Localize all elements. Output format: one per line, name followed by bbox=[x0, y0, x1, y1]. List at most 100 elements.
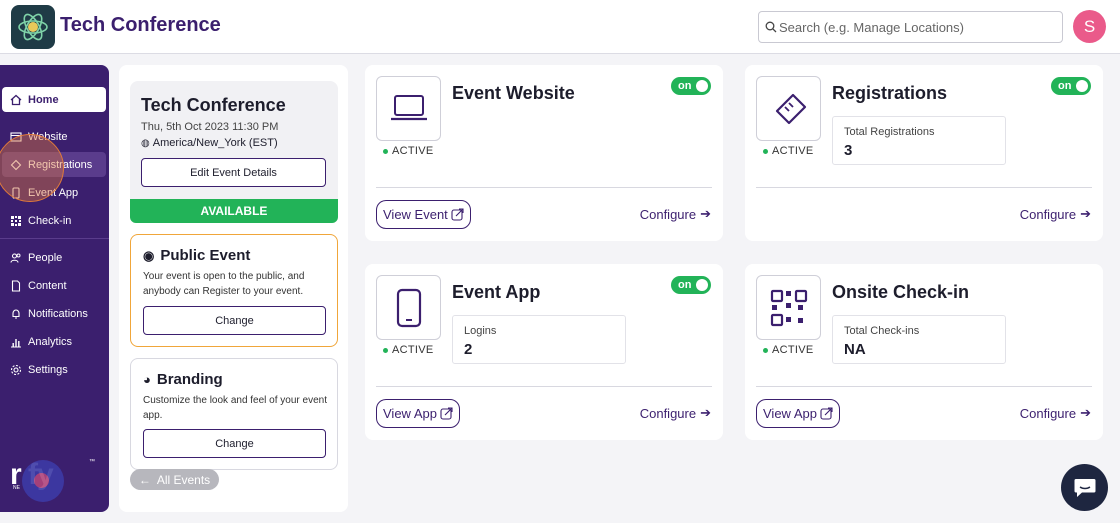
all-events-button[interactable]: ← All Events bbox=[130, 469, 219, 490]
sidebar-item-label: Home bbox=[28, 93, 59, 106]
bell-icon bbox=[10, 308, 22, 320]
sidebar-item-people[interactable]: People bbox=[2, 245, 106, 270]
view-app-button[interactable]: View App bbox=[376, 399, 460, 428]
configure-registrations-link[interactable]: Configure ➔ bbox=[1020, 206, 1091, 222]
stat-label: Total Registrations bbox=[844, 126, 935, 138]
sidebar-item-registrations[interactable]: Registrations bbox=[2, 152, 106, 177]
event-app-toggle[interactable]: on bbox=[671, 276, 711, 294]
ticket-icon bbox=[775, 93, 806, 124]
configure-checkin-link[interactable]: Configure ➔ bbox=[1020, 405, 1091, 421]
status-badge: AVAILABLE bbox=[130, 199, 338, 223]
external-link-icon bbox=[440, 407, 453, 420]
status-indicator: ACTIVE bbox=[383, 145, 434, 157]
palette-icon: ◕ bbox=[143, 372, 151, 387]
qr-icon bbox=[770, 289, 807, 326]
event-website-card: ACTIVE Event Website on View Event Confi… bbox=[365, 65, 723, 241]
event-timezone: ◍ America/New_York (EST) bbox=[141, 137, 278, 149]
sidebar-item-label: Registrations bbox=[28, 158, 93, 171]
branding-card: ◕ Branding Customize the look and feel o… bbox=[130, 358, 338, 470]
sidebar-item-label: Settings bbox=[28, 363, 68, 376]
document-icon bbox=[10, 279, 22, 292]
sidebar: Home Website Registrations Event App Che… bbox=[0, 65, 109, 512]
website-icon bbox=[10, 131, 22, 143]
branding-description: Customize the look and feel of your even… bbox=[143, 395, 327, 421]
sidebar-divider bbox=[0, 238, 109, 239]
checkin-icon-box bbox=[756, 275, 821, 340]
card-divider bbox=[376, 386, 712, 387]
top-header: Tech Conference S bbox=[0, 0, 1120, 54]
card-title: Registrations bbox=[832, 83, 948, 103]
registrations-card: ACTIVE Registrations on Total Registrati… bbox=[745, 65, 1103, 241]
stat-value: 3 bbox=[844, 142, 853, 159]
stat-value: 2 bbox=[464, 341, 473, 358]
search-input[interactable] bbox=[779, 17, 1059, 37]
registrations-toggle[interactable]: on bbox=[1051, 77, 1091, 95]
laptop-icon bbox=[390, 94, 427, 120]
stat-label: Logins bbox=[464, 325, 497, 337]
configure-label: Configure bbox=[639, 206, 697, 222]
user-avatar[interactable]: S bbox=[1073, 10, 1106, 43]
sidebar-item-label: Content bbox=[28, 279, 67, 292]
sidebar-item-label: People bbox=[28, 251, 63, 264]
card-divider bbox=[376, 187, 712, 188]
public-event-card: ◉ Public Event Your event is open to the… bbox=[130, 234, 338, 347]
gear-icon bbox=[10, 364, 22, 376]
stat-label: Total Check-ins bbox=[844, 325, 920, 337]
edit-event-button[interactable]: Edit Event Details bbox=[141, 158, 326, 187]
sidebar-item-settings[interactable]: Settings bbox=[2, 357, 106, 382]
chat-support-button[interactable] bbox=[1061, 464, 1108, 511]
timezone-label: America/New_York (EST) bbox=[152, 137, 278, 149]
public-event-title: ◉ Public Event bbox=[143, 247, 250, 264]
card-title: Event App bbox=[452, 282, 541, 302]
sidebar-item-label: Analytics bbox=[28, 335, 73, 348]
sidebar-item-event-app[interactable]: Event App bbox=[2, 180, 106, 205]
search-icon bbox=[765, 21, 777, 33]
configure-app-link[interactable]: Configure ➔ bbox=[640, 405, 711, 421]
logo-icon bbox=[18, 13, 48, 41]
view-event-button[interactable]: View Event bbox=[376, 200, 471, 229]
chat-icon bbox=[1074, 478, 1095, 497]
change-visibility-button[interactable]: Change bbox=[143, 306, 326, 335]
sidebar-item-notifications[interactable]: Notifications bbox=[2, 301, 106, 326]
website-toggle[interactable]: on bbox=[671, 77, 711, 95]
card-title: Event Website bbox=[452, 83, 575, 103]
home-icon bbox=[10, 94, 22, 106]
view-event-label: View Event bbox=[383, 207, 448, 222]
card-divider bbox=[756, 187, 1092, 188]
card-title-label: Branding bbox=[156, 371, 223, 388]
registrations-icon-box bbox=[756, 76, 821, 141]
cursor-indicator bbox=[22, 460, 64, 502]
arrow-right-icon: ➔ bbox=[1080, 405, 1091, 420]
phone-icon bbox=[396, 288, 421, 327]
sidebar-item-label: Notifications bbox=[28, 307, 88, 320]
app-title: Tech Conference bbox=[60, 14, 221, 36]
stat-value: NA bbox=[844, 341, 866, 358]
stat-box: Total Registrations 3 bbox=[832, 116, 1006, 165]
app-logo[interactable] bbox=[11, 5, 55, 49]
onsite-checkin-card: ACTIVE Onsite Check-in Total Check-ins N… bbox=[745, 264, 1103, 440]
card-divider bbox=[756, 386, 1092, 387]
website-icon-box bbox=[376, 76, 441, 141]
external-link-icon bbox=[820, 407, 833, 420]
change-branding-button[interactable]: Change bbox=[143, 429, 326, 458]
sidebar-item-analytics[interactable]: Analytics bbox=[2, 329, 106, 354]
sidebar-item-content[interactable]: Content bbox=[2, 273, 106, 298]
qr-icon bbox=[10, 215, 22, 227]
event-app-icon-box bbox=[376, 275, 441, 340]
event-title: Tech Conference bbox=[141, 95, 286, 115]
sidebar-item-home[interactable]: Home bbox=[2, 87, 106, 112]
view-checkin-app-button[interactable]: View App bbox=[756, 399, 840, 428]
chart-icon bbox=[10, 336, 22, 348]
configure-label: Configure bbox=[1019, 405, 1077, 421]
globe-icon: ◍ bbox=[141, 137, 150, 149]
brand-subtext: NE bbox=[13, 485, 20, 491]
public-event-description: Your event is open to the public, and an… bbox=[143, 271, 305, 297]
search-box[interactable] bbox=[758, 11, 1063, 43]
status-indicator: ACTIVE bbox=[763, 344, 814, 356]
brand-trademark: ™ bbox=[89, 459, 95, 465]
arrow-left-icon: ← bbox=[138, 472, 151, 487]
arrow-right-icon: ➔ bbox=[700, 405, 711, 420]
configure-website-link[interactable]: Configure ➔ bbox=[640, 206, 711, 222]
sidebar-item-check-in[interactable]: Check-in bbox=[2, 208, 106, 233]
sidebar-item-website[interactable]: Website bbox=[2, 124, 106, 149]
